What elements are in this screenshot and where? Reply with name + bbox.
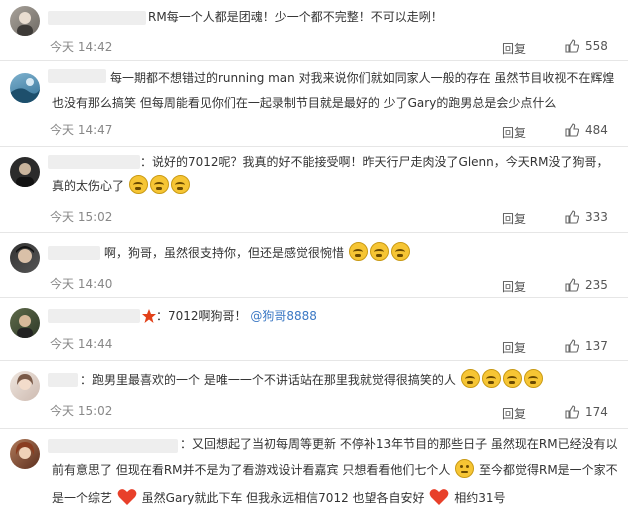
comment-text: ：跑男里最喜欢的一个 是唯一一个不讲话站在那里我就觉得很搞笑的人 — [80, 367, 544, 393]
comment-item: 每一期都不想错过的running man 对我来说你们就如同家人一般的存在 虽然… — [0, 61, 628, 146]
comment-item: ：7012啊狗哥！ @狗哥8888 今天 14:44 回复 137 — [0, 298, 628, 360]
reply-button[interactable]: 回复 — [502, 40, 526, 57]
like-count: 333 — [585, 210, 608, 224]
like-count: 137 — [585, 339, 608, 353]
awkward-emoji-icon — [455, 459, 475, 478]
comment-text-part: ：跑男里最喜欢的一个 是唯一一个不讲话站在那里我就觉得很搞笑的人 — [80, 373, 456, 387]
comment-time: 今天 14:44 — [50, 337, 113, 351]
thumbs-up-icon — [565, 339, 579, 353]
comment-text: 每一期都不想错过的running man 对我来说你们就如同家人一般的存在 虽然… — [110, 71, 615, 85]
comment-text-part: 虽然Gary就此下车 但我永远相信7012 也望各自安好 — [141, 491, 425, 505]
username-redacted[interactable] — [48, 11, 146, 25]
like-count: 174 — [585, 405, 608, 419]
like-button[interactable]: 558 — [565, 39, 608, 53]
comment-text-part: 7012啊狗哥！ — [168, 309, 247, 323]
comment-time: 今天 15:02 — [50, 210, 113, 224]
comment-text: 啊，狗哥，虽然很支持你，但还是感觉很惋惜 — [104, 240, 411, 266]
username-redacted[interactable] — [48, 246, 100, 260]
reply-button[interactable]: 回复 — [502, 278, 526, 295]
comment-text-part: 是一个综艺 — [52, 491, 113, 505]
comment-text: 也没有那么搞笑 但每周能看见你们在一起录制节目就是最好的 少了Gary的跑男总是… — [52, 96, 557, 110]
mention-link[interactable]: @狗哥8888 — [250, 309, 317, 323]
comment-time: 今天 14:42 — [50, 40, 113, 54]
comment-item: ：跑男里最喜欢的一个 是唯一一个不讲话站在那里我就觉得很搞笑的人 今天 15:0… — [0, 361, 628, 428]
thumbs-up-icon — [565, 39, 579, 53]
comment-item: ：说好的7012呢？我真的好不能接受啊！昨天行尸走肉没了Glenn，今天RM没了… — [0, 147, 628, 232]
reply-button[interactable]: 回复 — [502, 210, 526, 227]
comment-text-part: 相约31号 — [454, 491, 506, 505]
like-count: 558 — [585, 39, 608, 53]
username-redacted[interactable] — [48, 69, 106, 83]
comment-text-part: 前有意思了 但现在看RM并不是为了看游戏设计看嘉宾 只想看看他们七个人 — [52, 463, 451, 477]
crying-emoji-icon — [369, 242, 389, 261]
crying-emoji-icon — [390, 242, 410, 261]
vip-star-icon — [142, 309, 156, 323]
comment-text: ：说好的7012呢？我真的好不能接受啊！昨天行尸走肉没了Glenn，今天RM没了… — [140, 155, 609, 169]
comment-text: ：又回想起了当初每周等更新 不停补13年节目的那些日子 虽然现在RM已经没有以 — [180, 437, 618, 451]
comment-item: RM每一个人都是团魂！少一个都不完整！不可以走咧！ 今天 14:42 回复 55… — [0, 0, 628, 60]
like-button[interactable]: 333 — [565, 210, 608, 224]
username-redacted[interactable] — [48, 155, 140, 169]
thumbs-up-icon — [565, 405, 579, 419]
comment-text-part: ： — [156, 309, 169, 323]
heart-icon — [117, 489, 137, 505]
comment-text: ：7012啊狗哥！ @狗哥8888 — [156, 303, 317, 329]
heart-icon — [429, 489, 449, 505]
comment-text: 是一个综艺 虽然Gary就此下车 但我永远相信7012 也望各自安好 相约31号 — [52, 485, 505, 511]
avatar[interactable] — [10, 6, 40, 36]
comment-item: ：又回想起了当初每周等更新 不停补13年节目的那些日子 虽然现在RM已经没有以 … — [0, 429, 628, 527]
crying-emoji-icon — [128, 175, 148, 194]
reply-button[interactable]: 回复 — [502, 339, 526, 356]
comment-time: 今天 14:40 — [50, 277, 113, 291]
username-redacted[interactable] — [48, 439, 178, 453]
crying-emoji-icon — [523, 369, 543, 388]
comment-text: 真的太伤心了 — [52, 173, 191, 199]
crying-emoji-icon — [170, 175, 190, 194]
like-button[interactable]: 235 — [565, 278, 608, 292]
avatar[interactable] — [10, 243, 40, 273]
avatar[interactable] — [10, 439, 40, 469]
comment-time: 今天 15:02 — [50, 404, 113, 418]
username-redacted[interactable] — [48, 373, 78, 387]
comment-text-part: 至今都觉得RM是一个家不 — [478, 463, 618, 477]
comment-text: 前有意思了 但现在看RM并不是为了看游戏设计看嘉宾 只想看看他们七个人 至今都觉… — [52, 457, 618, 483]
avatar[interactable] — [10, 157, 40, 187]
comment-text: RM每一个人都是团魂！少一个都不完整！不可以走咧！ — [148, 10, 443, 24]
reply-button[interactable]: 回复 — [502, 124, 526, 141]
comment-time: 今天 14:47 — [50, 123, 113, 137]
crying-emoji-icon — [502, 369, 522, 388]
like-count: 235 — [585, 278, 608, 292]
avatar[interactable] — [10, 308, 40, 338]
like-button[interactable]: 174 — [565, 405, 608, 419]
crying-emoji-icon — [149, 175, 169, 194]
avatar[interactable] — [10, 371, 40, 401]
thumbs-up-icon — [565, 278, 579, 292]
comment-item: 啊，狗哥，虽然很支持你，但还是感觉很惋惜 今天 14:40 回复 235 — [0, 233, 628, 297]
reply-button[interactable]: 回复 — [502, 405, 526, 422]
thumbs-up-icon — [565, 210, 579, 224]
comment-text-part: 啊，狗哥，虽然很支持你，但还是感觉很惋惜 — [104, 246, 345, 260]
avatar[interactable] — [10, 73, 40, 103]
crying-emoji-icon — [460, 369, 480, 388]
like-button[interactable]: 137 — [565, 339, 608, 353]
like-count: 484 — [585, 123, 608, 137]
like-button[interactable]: 484 — [565, 123, 608, 137]
username-redacted[interactable] — [48, 309, 140, 323]
crying-emoji-icon — [348, 242, 368, 261]
comment-text-part: 真的太伤心了 — [52, 179, 125, 193]
thumbs-up-icon — [565, 123, 579, 137]
crying-emoji-icon — [481, 369, 501, 388]
